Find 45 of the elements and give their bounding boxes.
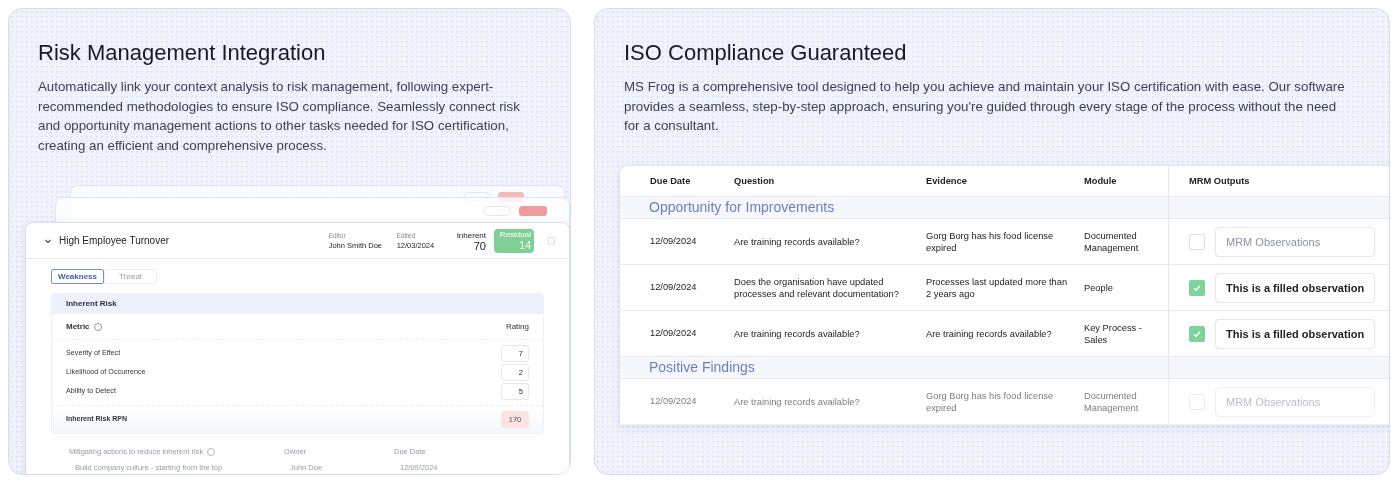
table-cell-text: 12/09/2024 (650, 280, 698, 294)
group-heading: Opportunity for Improvements (649, 198, 835, 217)
inherent-score: 70 (473, 240, 486, 251)
column-header: Evidence (926, 174, 968, 188)
panel-title: Risk Management Integration (38, 39, 327, 67)
table-cell-text: Processes last updated more than 2 years ago (926, 275, 1069, 300)
inherent-label: Inherent (456, 230, 486, 241)
table-cell-text: 12/09/2024 (650, 234, 698, 248)
residual-label: Residual (499, 229, 531, 240)
observation-field[interactable]: This is a filled observation (1215, 272, 1375, 303)
table-cell-text: People (1084, 281, 1114, 294)
checkmark-icon (1192, 282, 1202, 293)
table-cell-text: Are training records available? (734, 395, 861, 408)
checkbox[interactable] (1189, 325, 1205, 342)
column-header: Module (1084, 174, 1118, 188)
table-cell-text: 12/09/2024 (650, 326, 698, 340)
checkbox[interactable] (1189, 279, 1205, 296)
tab[interactable]: Weakness (51, 269, 104, 284)
table-cell-text: 12/09/2024 (650, 394, 698, 408)
section-heading: Inherent Risk (66, 298, 117, 310)
group-heading: Positive Findings (649, 358, 755, 377)
checkmark-icon (1192, 328, 1202, 339)
table-cell-text: Does the organisation have updated processes and relevant documentation? (734, 275, 900, 300)
panel-title: ISO Compliance Guaranteed (624, 39, 908, 67)
observation-field[interactable]: MRM Observations (1215, 386, 1375, 417)
table-cell-text: Key Process - Sales (1084, 321, 1143, 346)
column-header: Metric (66, 320, 90, 333)
column-header: Question (734, 174, 776, 188)
panel-description: Automatically link your context analysis to risk management, following expert-recommended methodologies to ensure ISO compliance. Seamlessly connect risk and opportunity management actions to other tasks needed for ISO certification, creating an efficient and comprehensive process. (38, 78, 521, 155)
residual-badge (519, 206, 547, 216)
table-cell-text: Gorg Borg has his food license expired (926, 389, 1055, 414)
panel-description: MS Frog is a comprehensive tool designed to help you achieve and maintain your ISO certification with ease. Our software provides a seamless, step-by-step approach, ensuring you're guided through every stage of the process without the need for a consultant. (624, 78, 1346, 135)
observation-field[interactable]: This is a filled observation (1215, 318, 1375, 349)
table-cell-text: Are training records available? (926, 327, 1053, 340)
risk-title: High Employee Turnover (59, 234, 170, 248)
table-cell-text: Documented Management (1084, 389, 1140, 414)
column-header: Due Date (650, 174, 692, 188)
residual-score: 14 (519, 239, 531, 250)
table-cell-text: Documented Management (1084, 229, 1140, 254)
checkbox[interactable] (1189, 233, 1205, 250)
column-header: Rating (505, 320, 529, 333)
table-cell-text: Are training records available? (734, 327, 861, 340)
observation-field[interactable]: MRM Observations (1215, 226, 1375, 257)
table-cell-text: Are training records available? (734, 235, 861, 248)
table-cell-text: Gorg Borg has his food license expired (926, 229, 1055, 254)
